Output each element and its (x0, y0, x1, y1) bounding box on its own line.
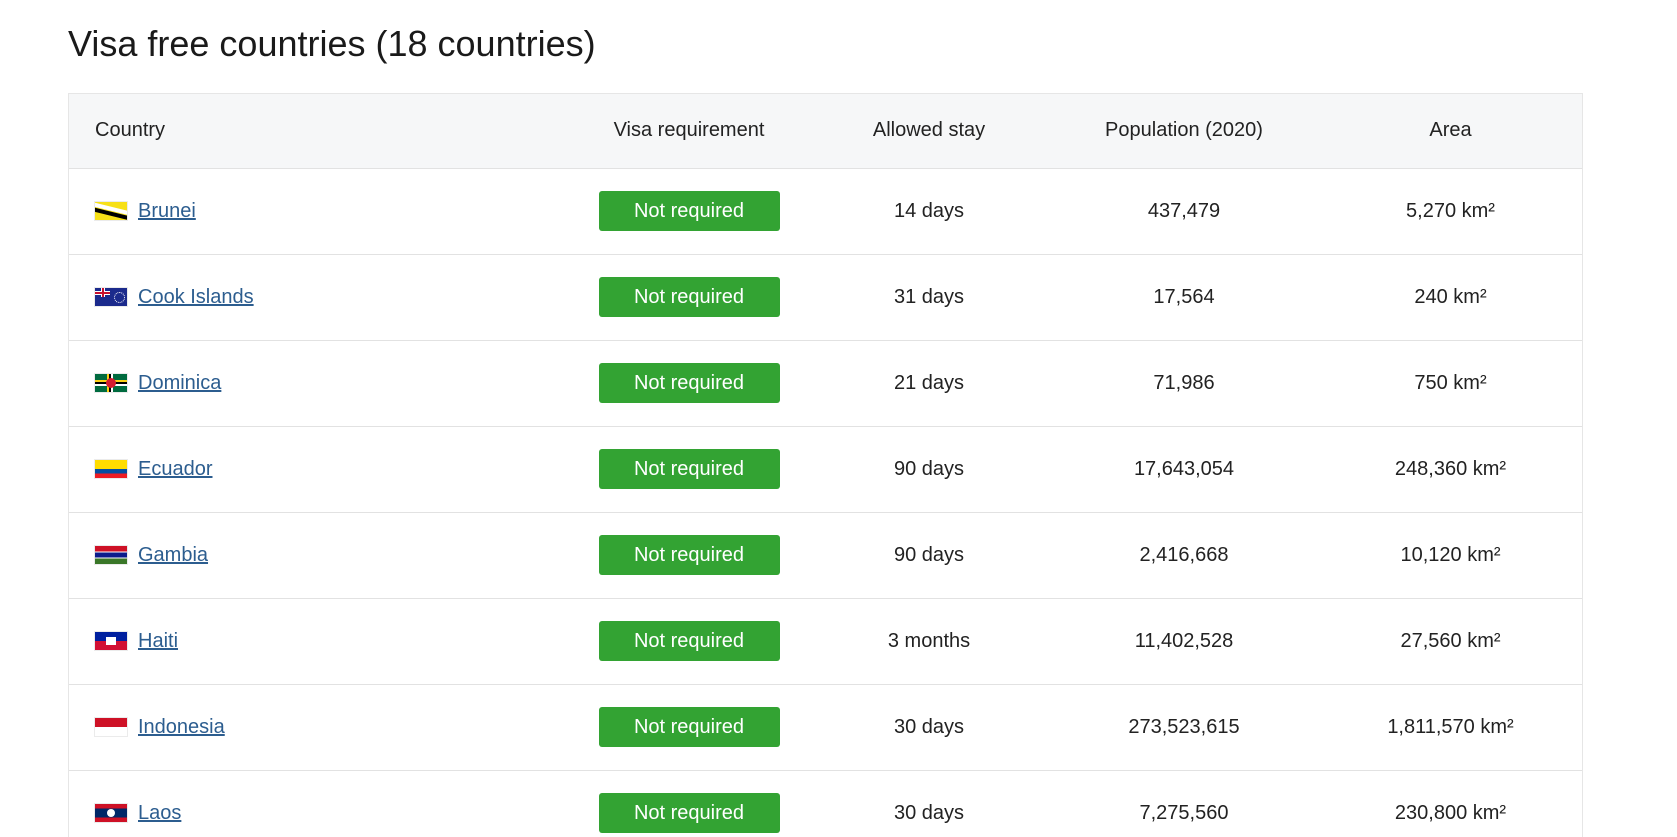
country-cell: Brunei (69, 168, 569, 254)
population-cell: 17,643,054 (1133, 457, 1235, 480)
header-country: Country (95, 119, 166, 142)
country-link-laos[interactable]: Laos (138, 802, 181, 825)
allowed-stay-cell: 3 months (887, 629, 971, 652)
visa-cell: Not required (569, 340, 809, 426)
area-cell: 5,270 km² (1406, 199, 1495, 222)
visa-cell: Not required (569, 684, 809, 770)
country-cell: Gambia (69, 512, 569, 598)
area-cell: 750 km² (1414, 371, 1487, 394)
country-link-ecuador[interactable]: Ecuador (138, 458, 213, 481)
haiti-flag-icon (95, 632, 127, 650)
cook-islands-flag-icon (95, 288, 127, 306)
country-cell: Indonesia (69, 684, 569, 770)
visa-table: Country Visa requirement Allowed stay Po… (69, 94, 1582, 837)
table-row: Ecuador Not required 90 days 17,643,054 … (69, 426, 1582, 512)
country-cell: Ecuador (69, 426, 569, 512)
table-row: Gambia Not required 90 days 2,416,668 10… (69, 512, 1582, 598)
header-population: Population (2020) (1105, 119, 1263, 142)
allowed-stay-cell: 90 days (893, 543, 965, 566)
allowed-stay-cell: 30 days (893, 715, 965, 738)
allowed-stay-cell: 90 days (893, 457, 965, 480)
area-cell: 240 km² (1414, 285, 1487, 308)
visa-status-badge: Not required (598, 363, 780, 403)
gambia-flag-icon (95, 546, 127, 564)
visa-status-badge: Not required (598, 793, 780, 834)
country-link-cook-islands[interactable]: Cook Islands (138, 286, 254, 309)
visa-status-badge: Not required (598, 277, 780, 317)
table-row: Dominica Not required 21 days 71,986 750… (69, 340, 1582, 426)
visa-table-container: Country Visa requirement Allowed stay Po… (68, 93, 1583, 837)
country-link-haiti[interactable]: Haiti (138, 630, 178, 653)
country-link-gambia[interactable]: Gambia (138, 544, 208, 567)
page-title: Visa free countries (18 countries) (68, 23, 596, 64)
country-cell: Cook Islands (69, 254, 569, 340)
allowed-stay-cell: 21 days (893, 371, 965, 394)
page: Visa free countries (18 countries) Count… (0, 0, 1677, 837)
country-cell: Haiti (69, 598, 569, 684)
allowed-stay-cell: 31 days (893, 285, 965, 308)
header-allowed-stay: Allowed stay (872, 119, 986, 142)
visa-status-badge: Not required (598, 191, 780, 231)
visa-status-badge: Not required (598, 707, 780, 747)
area-cell: 230,800 km² (1394, 801, 1507, 824)
area-cell: 248,360 km² (1394, 457, 1507, 480)
visa-cell: Not required (569, 598, 809, 684)
country-link-indonesia[interactable]: Indonesia (138, 716, 225, 739)
visa-cell: Not required (569, 168, 809, 254)
population-cell: 7,275,560 (1139, 801, 1229, 824)
table-row: Brunei Not required 14 days 437,479 5,27… (69, 168, 1582, 254)
allowed-stay-cell: 30 days (893, 801, 965, 824)
population-cell: 71,986 (1153, 371, 1215, 394)
country-link-dominica[interactable]: Dominica (138, 372, 221, 395)
visa-cell: Not required (569, 512, 809, 598)
visa-status-badge: Not required (598, 449, 780, 489)
visa-status-badge: Not required (598, 535, 780, 575)
header-visa-requirement: Visa requirement (613, 119, 765, 142)
country-link-brunei[interactable]: Brunei (138, 200, 196, 223)
area-cell: 10,120 km² (1400, 543, 1501, 566)
country-cell: Dominica (69, 340, 569, 426)
table-header-row: Country Visa requirement Allowed stay Po… (69, 94, 1582, 168)
table-row: Haiti Not required 3 months 11,402,528 2… (69, 598, 1582, 684)
ecuador-flag-icon (95, 460, 127, 478)
visa-status-badge: Not required (598, 621, 780, 661)
population-cell: 273,523,615 (1128, 715, 1240, 738)
visa-cell: Not required (569, 770, 809, 837)
visa-cell: Not required (569, 254, 809, 340)
visa-cell: Not required (569, 426, 809, 512)
population-cell: 11,402,528 (1134, 629, 1234, 652)
brunei-flag-icon (95, 202, 127, 220)
indonesia-flag-icon (95, 718, 127, 736)
area-cell: 1,811,570 km² (1387, 715, 1514, 738)
population-cell: 437,479 (1147, 199, 1221, 222)
dominica-flag-icon (95, 374, 127, 392)
country-cell: Laos (69, 770, 569, 837)
table-row: Indonesia Not required 30 days 273,523,6… (69, 684, 1582, 770)
population-cell: 2,416,668 (1139, 543, 1229, 566)
table-row: Laos Not required 30 days 7,275,560 230,… (69, 770, 1582, 837)
table-row: Cook Islands Not required 31 days 17,564… (69, 254, 1582, 340)
allowed-stay-cell: 14 days (893, 199, 965, 222)
population-cell: 17,564 (1153, 285, 1215, 308)
area-cell: 27,560 km² (1400, 629, 1501, 652)
laos-flag-icon (95, 804, 127, 823)
header-area: Area (1429, 119, 1472, 142)
